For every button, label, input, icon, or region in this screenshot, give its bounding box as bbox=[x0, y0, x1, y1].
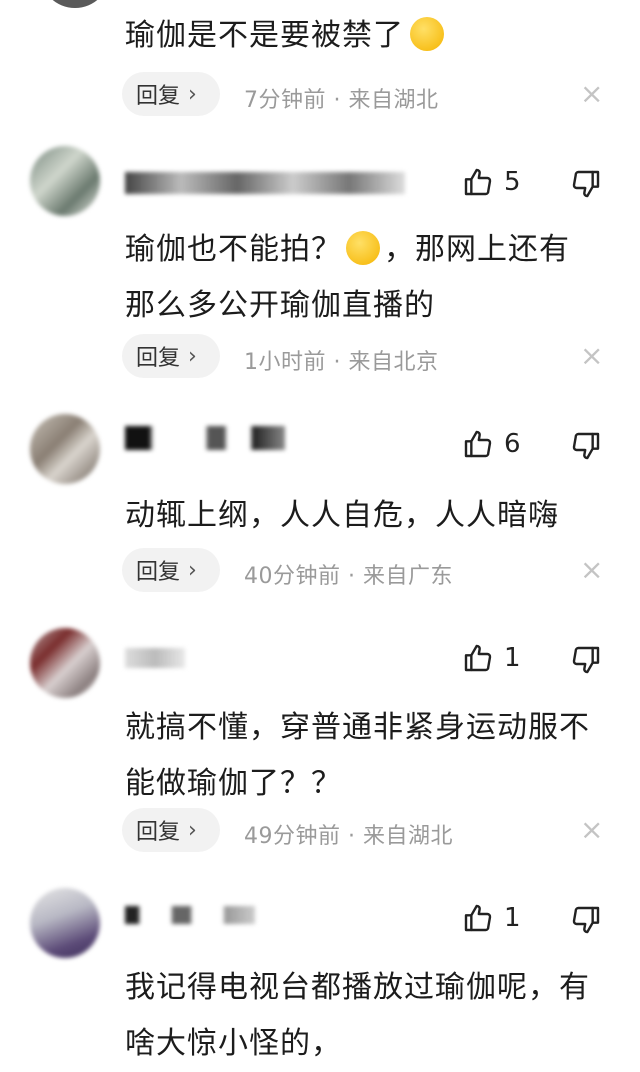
reply-button[interactable]: 回复 › bbox=[122, 334, 220, 378]
like-button[interactable]: 6 bbox=[462, 428, 521, 460]
username-redacted bbox=[125, 172, 405, 194]
comment-text: 瑜伽也不能拍？ ，那网上还有 那么多公开瑜伽直播的 bbox=[125, 231, 570, 323]
close-icon[interactable]: × bbox=[580, 80, 603, 108]
comment-meta: 40分钟前 · 来自广东 bbox=[244, 564, 453, 589]
close-icon[interactable]: × bbox=[580, 556, 603, 584]
crying-laughing-emoji-icon bbox=[346, 231, 380, 265]
like-button[interactable]: 1 bbox=[462, 642, 521, 674]
comment-text: 动辄上纲，人人自危，人人暗嗨 bbox=[125, 498, 559, 533]
thumbs-up-icon bbox=[464, 168, 492, 196]
comment-text: 我记得电视台都播放过瑜伽呢，有 啥大惊小怪的， bbox=[125, 970, 590, 1061]
thumbs-up-icon bbox=[464, 644, 492, 672]
thumbs-down-icon[interactable] bbox=[570, 644, 602, 676]
chevron-right-icon: › bbox=[188, 81, 197, 107]
avatar[interactable] bbox=[30, 888, 100, 958]
username-redacted bbox=[125, 426, 285, 450]
comment-meta: 7分钟前 · 来自湖北 bbox=[244, 88, 439, 113]
avatar[interactable] bbox=[40, 0, 110, 8]
like-button[interactable]: 5 bbox=[462, 166, 521, 198]
chevron-right-icon: › bbox=[188, 817, 197, 843]
thumbs-down-icon[interactable] bbox=[570, 168, 602, 200]
thumbs-up-icon bbox=[464, 904, 492, 932]
like-count: 1 bbox=[504, 903, 521, 933]
like-count: 5 bbox=[504, 167, 521, 197]
avatar[interactable] bbox=[30, 414, 100, 484]
chevron-right-icon: › bbox=[188, 557, 197, 583]
reply-button[interactable]: 回复 › bbox=[122, 548, 220, 592]
comment-text: 就搞不懂，穿普通非紧身运动服不 能做瑜伽了？？ bbox=[125, 710, 590, 801]
thumbs-down-icon[interactable] bbox=[570, 430, 602, 462]
chevron-right-icon: › bbox=[188, 343, 197, 369]
username-redacted bbox=[125, 906, 255, 924]
sleepy-emoji-icon bbox=[410, 17, 444, 51]
reply-button[interactable]: 回复 › bbox=[122, 72, 220, 116]
thumbs-up-icon bbox=[464, 430, 492, 458]
comment-meta: 1小时前 · 来自北京 bbox=[244, 350, 439, 375]
comment-meta: 49分钟前 · 来自湖北 bbox=[244, 824, 453, 849]
like-count: 1 bbox=[504, 643, 521, 673]
thumbs-down-icon[interactable] bbox=[570, 904, 602, 936]
avatar[interactable] bbox=[30, 146, 100, 216]
username-redacted bbox=[125, 648, 185, 668]
reply-button[interactable]: 回复 › bbox=[122, 808, 220, 852]
like-count: 6 bbox=[504, 429, 521, 459]
close-icon[interactable]: × bbox=[580, 342, 603, 370]
close-icon[interactable]: × bbox=[580, 816, 603, 844]
comment-text: 瑜伽是不是要被禁了 bbox=[125, 8, 444, 64]
like-button[interactable]: 1 bbox=[462, 902, 521, 934]
avatar[interactable] bbox=[30, 628, 100, 698]
